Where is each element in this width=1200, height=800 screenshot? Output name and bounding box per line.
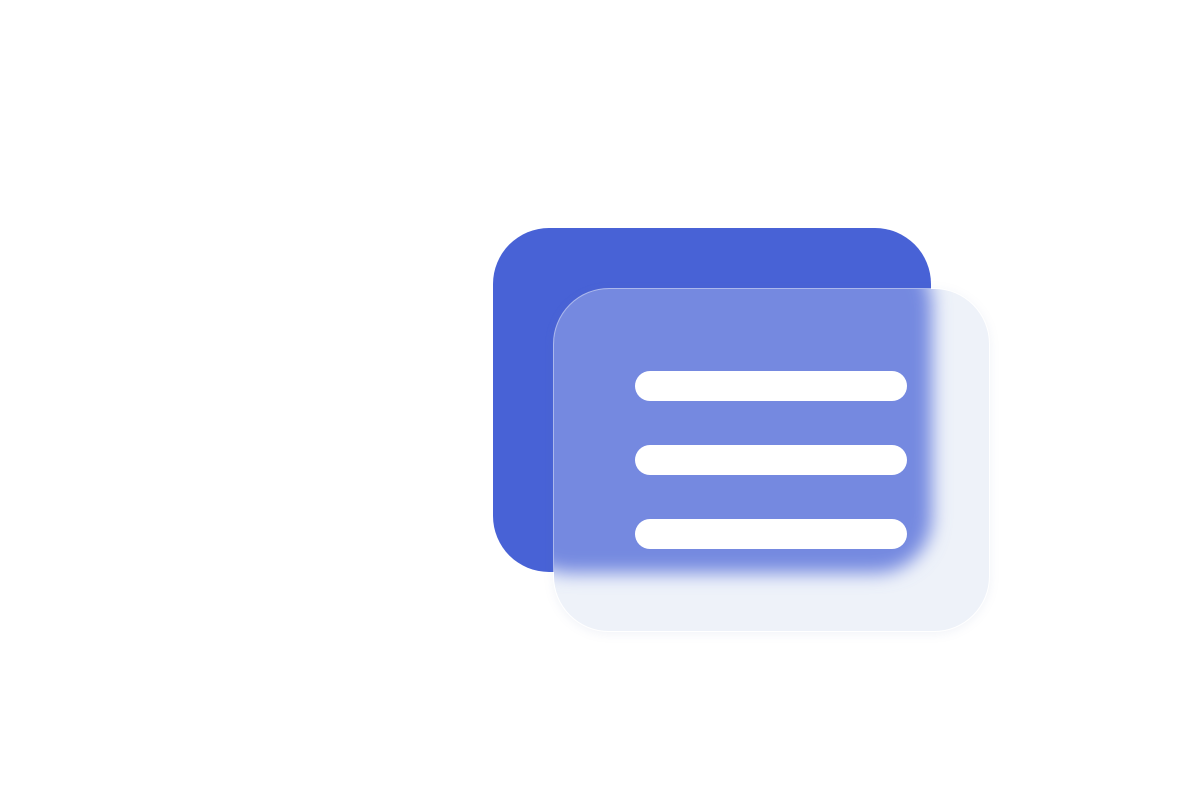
text-line-1 <box>635 371 907 401</box>
text-line-3 <box>635 519 907 549</box>
glass-card-icon <box>553 288 990 632</box>
canvas <box>0 0 1200 800</box>
text-line-2 <box>635 445 907 475</box>
